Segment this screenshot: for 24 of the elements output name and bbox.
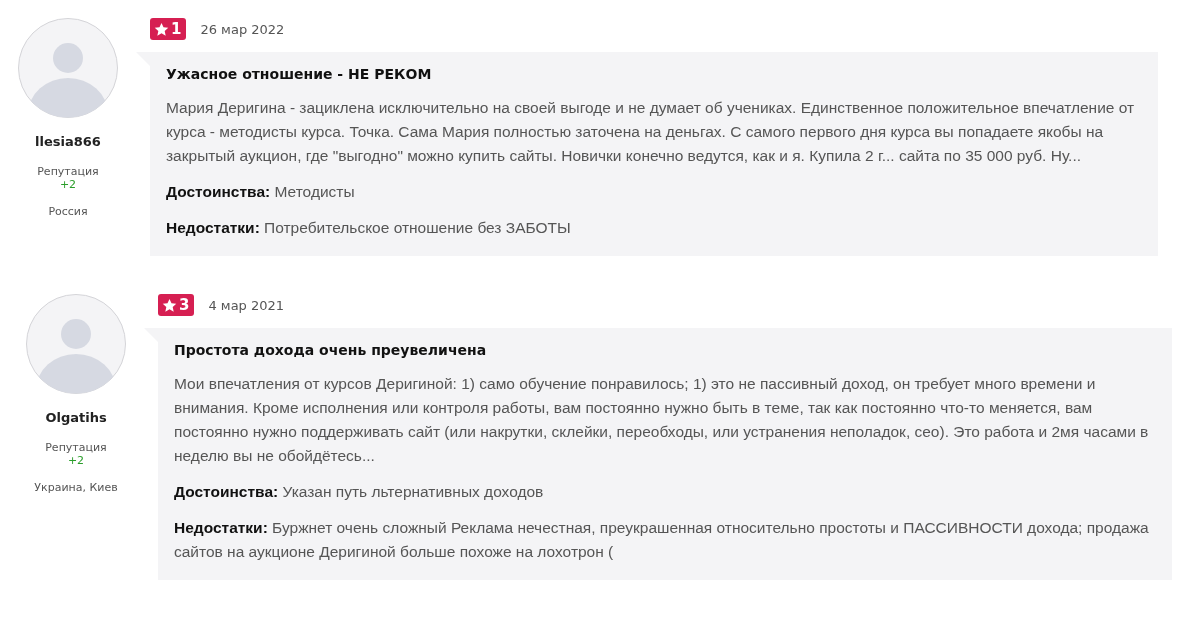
- review-cons: Недостатки: Буржнет очень сложный Реклама нечестная, преукрашенная относительно простоты и ПАССИВНОСТИ дохода; продажа сайтов на аукционе Деригиной больше похоже на лохотрон (: [174, 518, 1150, 562]
- review-text: Мария Деригина - зациклена исключительно на своей выгоде и не думает об учениках. Единственное положительное впечатление от курса - методисты курса. Точка. Сама Мария полностью заточена на деньгах. С самого первого дня курса вы попадаете якобы на закрытый аукцион, где "выгодно" можно купить сайты. Новички конечно ведутся, как и я. Купила 2 г... сайта по 35 000 руб. Ну...: [166, 98, 1136, 166]
- review-pros: Достоинства: Методисты: [166, 182, 356, 202]
- rating-badge: 1: [150, 18, 187, 40]
- reputation-label: Репутация: [37, 165, 99, 178]
- avatar-icon: [18, 18, 118, 118]
- reputation-value: +2: [67, 454, 85, 467]
- review-text: Мои впечатления от курсов Деригиной: 1) само обучение понравилось; 1) это не пассивный доход, он требует много времени и внимания. Кроме исполнения или контроля работы, вам постоянно нужно быть в теме, так как постоянно что-то меняется, вам постоянно нужно поддерживать сайт (или накрутки, склейки, переобходы, или устранения неполадок, сео). Это работа и 2мя часами в неделю вы не обойдётесь...: [174, 374, 1150, 466]
- author-name[interactable]: llesia866: [35, 134, 101, 149]
- star-icon: [154, 21, 169, 37]
- review-date: 26 мар 2022: [200, 21, 285, 37]
- author-location: Украина, Киев: [34, 481, 118, 494]
- reputation-value: +2: [59, 178, 77, 191]
- author-location: Россия: [48, 205, 88, 218]
- star-icon: [162, 297, 177, 313]
- review-cons: Недостатки: Потребительское отношение без ЗАБОТЫ: [166, 218, 572, 238]
- review-date: 4 мар 2021: [208, 297, 285, 313]
- avatar-icon: [26, 294, 126, 394]
- review-pros: Достоинства: Указан путь льтернативных доходов: [174, 482, 545, 502]
- rating-badge: 3: [158, 294, 195, 316]
- author-name[interactable]: Olgatihs: [45, 410, 107, 425]
- review-title: Простота дохода очень преувеличена: [174, 342, 488, 358]
- reputation-label: Репутация: [45, 441, 107, 454]
- review-title: Ужасное отношение - НЕ РЕКОМ: [166, 66, 433, 82]
